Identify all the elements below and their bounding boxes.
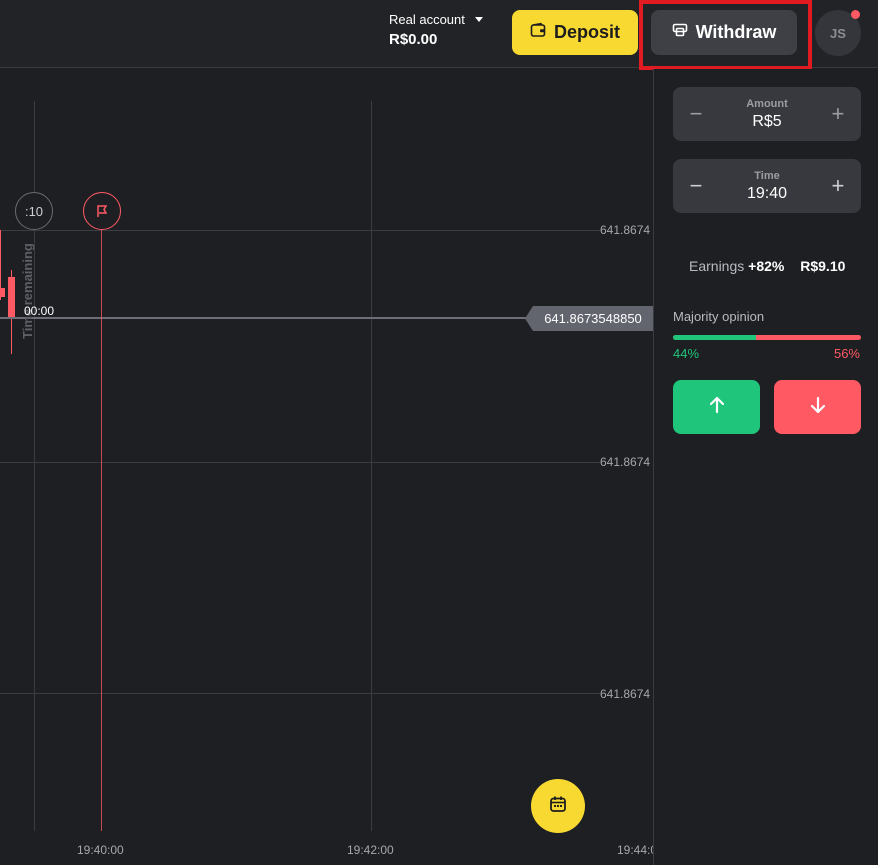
y-axis-label: 641.8674 (600, 223, 651, 237)
expiry-line (101, 229, 102, 831)
countdown: 00:00 (24, 304, 55, 318)
earnings-label: Earnings (689, 258, 745, 274)
amount-decrease-button[interactable]: − (687, 101, 705, 127)
earnings-percent: +82% (748, 258, 785, 274)
gridline (0, 462, 600, 463)
withdraw-icon (672, 22, 688, 43)
earnings-amount: R$9.10 (800, 258, 846, 274)
finish-flag-icon (83, 192, 121, 230)
avatar[interactable]: JS (815, 10, 861, 56)
account-balance: R$0.00 (389, 31, 438, 48)
majority-up-percent: 44% (673, 346, 700, 361)
candle (0, 288, 5, 297)
gridline (0, 230, 600, 231)
calendar-button[interactable] (531, 779, 585, 833)
account-type: Real account (389, 12, 483, 27)
deposit-label: Deposit (553, 22, 620, 42)
time-decrease-button[interactable]: − (687, 173, 705, 199)
trade-panel: − Amount R$5 + − Time 19:40 + Earnings +… (653, 69, 878, 865)
time-stepper[interactable]: − Time 19:40 + (673, 159, 861, 213)
notification-dot (851, 10, 860, 19)
calendar-icon (549, 795, 567, 818)
amount-value: R$5 (752, 112, 782, 130)
arrow-down-icon (808, 395, 828, 420)
x-axis-label: 19:40:00 (77, 843, 124, 857)
amount-stepper[interactable]: − Amount R$5 + (673, 87, 861, 141)
y-axis-label: 641.8674 (600, 455, 651, 469)
avatar-initials: JS (830, 25, 846, 41)
time-label: Time (754, 169, 780, 182)
time-remaining-label: Time remaining (20, 243, 35, 339)
amount-display[interactable]: Amount R$5 (746, 98, 788, 131)
majority-opinion-bar (673, 335, 861, 340)
x-axis-label: 19:42:00 (347, 843, 394, 857)
time-display[interactable]: Time 19:40 (747, 170, 787, 203)
withdraw-button[interactable]: Withdraw (651, 10, 797, 55)
account-selector[interactable]: Real account R$0.00 (389, 12, 483, 48)
gridline (0, 693, 600, 694)
majority-down-percent: 56% (833, 346, 860, 361)
account-type-label: Real account (389, 12, 465, 27)
arrow-up-icon (707, 395, 727, 420)
candle (8, 277, 15, 318)
y-axis-label: 641.8674 (600, 687, 651, 701)
time-value: 19:40 (746, 184, 788, 202)
x-axis-label: 19:44:0 (617, 843, 653, 857)
trade-up-button[interactable] (673, 380, 760, 434)
amount-increase-button[interactable]: + (829, 101, 847, 127)
price-chart[interactable]: 641.8674 641.8674 641.8674 19:40:00 19:4… (0, 69, 653, 865)
amount-label: Amount (746, 97, 788, 110)
purchase-timer: :10 (15, 192, 53, 230)
current-price-line (0, 317, 530, 319)
gridline (371, 101, 372, 831)
deposit-button[interactable]: Deposit (512, 10, 638, 55)
time-increase-button[interactable]: + (829, 173, 847, 199)
current-price-tag: 641.8673548850 (525, 306, 653, 331)
chevron-down-icon (474, 17, 483, 22)
trade-down-button[interactable] (774, 380, 861, 434)
top-bar: Real account R$0.00 Deposit Withdraw JS (0, 0, 878, 70)
withdraw-label: Withdraw (695, 22, 777, 42)
majority-up-fill (673, 335, 756, 340)
majority-opinion-label: Majority opinion (673, 309, 765, 324)
earnings-info: Earnings +82% R$9.10 (689, 258, 845, 274)
wallet-icon (530, 22, 546, 43)
